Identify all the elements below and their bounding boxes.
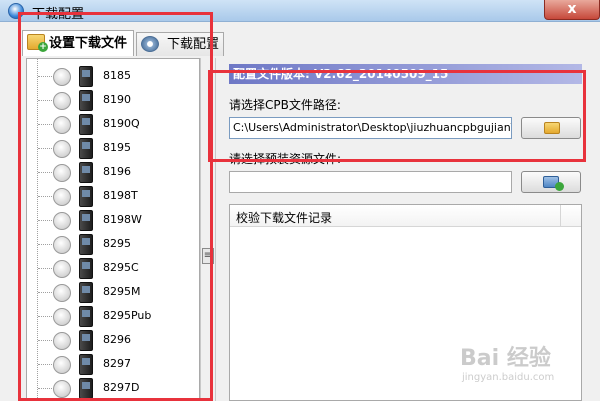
tree-item[interactable]: 8198T <box>27 185 199 208</box>
log-header: 校验下载文件记录 <box>230 205 581 227</box>
radio-button[interactable] <box>53 356 71 374</box>
phone-icon <box>79 138 93 159</box>
phone-icon <box>79 90 93 111</box>
phone-icon <box>79 210 93 231</box>
folder-open-icon <box>544 122 560 134</box>
add-resource-button[interactable] <box>521 171 581 193</box>
phone-icon <box>79 354 93 375</box>
tree-item-label: 8198T <box>103 189 138 202</box>
column-divider <box>560 205 561 227</box>
radio-button[interactable] <box>53 260 71 278</box>
tree-item-label: 8190 <box>103 93 131 106</box>
tree-item[interactable]: 8295 <box>27 233 199 256</box>
pane-splitter[interactable]: ≡ <box>200 58 216 401</box>
tree-item[interactable]: 8295C <box>27 257 199 280</box>
tree-connector <box>38 76 52 77</box>
resource-file-label: 请选择预装资源文件: <box>229 152 342 166</box>
folder-add-icon: + <box>27 34 48 52</box>
tree-item-label: 8185 <box>103 69 131 82</box>
tree-item[interactable]: 8196 <box>27 161 199 184</box>
tree-item[interactable]: 8195 <box>27 137 199 160</box>
radio-button[interactable] <box>53 332 71 350</box>
tree-item[interactable]: 8295M <box>27 281 199 304</box>
resource-file-input[interactable] <box>229 171 512 193</box>
tree-connector <box>38 172 52 173</box>
phone-icon <box>79 162 93 183</box>
tree-item[interactable]: 8190Q <box>27 113 199 136</box>
phone-icon <box>79 258 93 279</box>
plus-icon <box>555 182 564 191</box>
radio-button[interactable] <box>53 68 71 86</box>
radio-button[interactable] <box>53 236 71 254</box>
tree-item-label: 8297 <box>103 357 131 370</box>
tree-item-label: 8195 <box>103 141 131 154</box>
tree-item[interactable]: 8295Pub <box>27 305 199 328</box>
phone-icon <box>79 282 93 303</box>
title-bar: 下载配置 x <box>0 0 600 22</box>
phone-icon <box>79 114 93 135</box>
browse-cpb-button[interactable] <box>521 117 581 139</box>
tab-set-download-files[interactable]: + 设置下载文件 <box>22 30 134 56</box>
cpb-path-input[interactable]: C:\Users\Administrator\Desktop\jiuzhuanc… <box>229 117 512 139</box>
tree-item-label: 8296 <box>103 333 131 346</box>
phone-icon <box>79 66 93 87</box>
tree-connector <box>38 100 52 101</box>
tree-item-label: 8198W <box>103 213 142 226</box>
tree-item[interactable]: 8190 <box>27 89 199 112</box>
model-tree[interactable]: 8185 8190 8190Q 8195 8196 8198T 8198W 8295 8295C… <box>26 58 200 401</box>
tree-connector <box>38 340 52 341</box>
radio-button[interactable] <box>53 212 71 230</box>
tree-connector <box>38 196 52 197</box>
window-title: 下载配置 <box>32 7 85 22</box>
tree-connector <box>38 268 52 269</box>
phone-icon <box>79 378 93 399</box>
phone-icon <box>79 330 93 351</box>
phone-icon <box>79 186 93 207</box>
tab-download-config[interactable]: 下载配置 <box>136 32 224 56</box>
phone-icon <box>79 306 93 327</box>
tree-connector <box>38 220 52 221</box>
tree-item[interactable]: 8198W <box>27 209 199 232</box>
phone-icon <box>79 234 93 255</box>
tree-connector <box>38 124 52 125</box>
tree-connector <box>38 148 52 149</box>
tree-item-label: 8295M <box>103 285 141 298</box>
tree-connector <box>38 388 52 389</box>
radio-button[interactable] <box>53 116 71 134</box>
tree-connector <box>38 292 52 293</box>
radio-button[interactable] <box>53 380 71 398</box>
radio-button[interactable] <box>53 92 71 110</box>
tree-item[interactable]: 8185 <box>27 65 199 88</box>
tree-item[interactable]: 8297D <box>27 377 199 400</box>
tree-item-label: 8196 <box>103 165 131 178</box>
tab-label: 下载配置 <box>167 37 220 52</box>
tree-item-label: 8295C <box>103 261 139 274</box>
tree-connector <box>38 364 52 365</box>
watermark: Bai 经验 <box>460 346 551 371</box>
tree-connector <box>38 316 52 317</box>
tree-item[interactable]: 8296 <box>27 329 199 352</box>
tree-item-label: 8295 <box>103 237 131 250</box>
radio-button[interactable] <box>53 284 71 302</box>
radio-button[interactable] <box>53 164 71 182</box>
tree-item-label: 8295Pub <box>103 309 152 322</box>
tree-item-label: 8190Q <box>103 117 140 130</box>
tree-item-label: 8297D <box>103 381 140 394</box>
app-icon <box>8 3 24 19</box>
config-version-bar: 配置文件版本: V2.62_20140509_15 <box>229 64 582 84</box>
tab-label: 设置下载文件 <box>49 36 128 51</box>
radio-button[interactable] <box>53 140 71 158</box>
tree-item[interactable]: 8297 <box>27 353 199 376</box>
radio-button[interactable] <box>53 188 71 206</box>
cpb-path-label: 请选择CPB文件路径: <box>229 98 341 112</box>
radio-button[interactable] <box>53 308 71 326</box>
splitter-handle[interactable]: ≡ <box>202 248 214 264</box>
watermark-url: jingyan.baidu.com <box>462 372 555 383</box>
close-button[interactable]: x <box>544 0 600 20</box>
tree-connector <box>38 244 52 245</box>
log-header-label: 校验下载文件记录 <box>236 211 333 225</box>
gear-icon <box>141 36 159 52</box>
